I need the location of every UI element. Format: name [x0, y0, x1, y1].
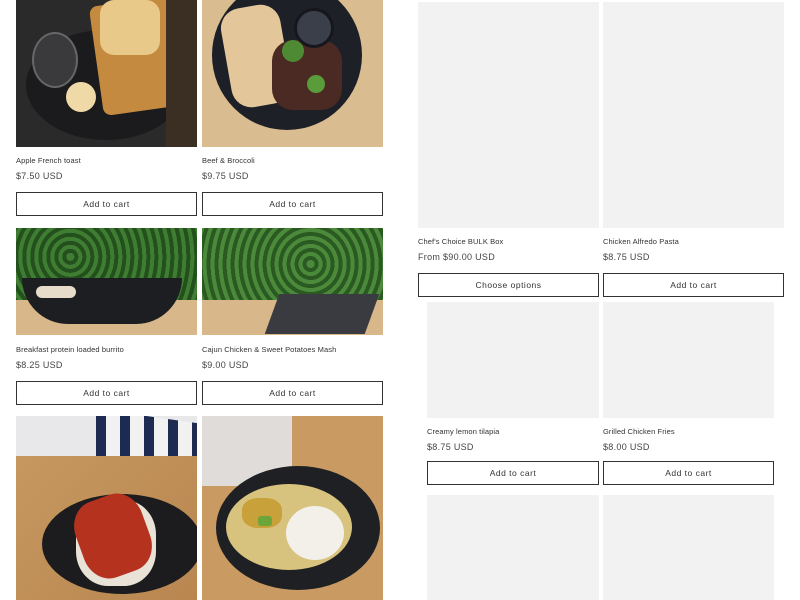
add-to-cart-button[interactable]: Add to cart: [202, 192, 383, 216]
product-price: $8.75 USD: [603, 252, 650, 262]
product-image[interactable]: [202, 0, 383, 147]
product-card[interactable]: Chef's Choice BULK Box From $90.00 USD C…: [418, 2, 599, 299]
product-card[interactable]: Cajun Chicken & Sweet Potatoes Mash $9.0…: [202, 228, 383, 406]
product-card[interactable]: [202, 416, 383, 600]
product-image-placeholder[interactable]: [427, 302, 599, 418]
add-to-cart-button[interactable]: Add to cart: [603, 273, 784, 297]
product-price: $8.00 USD: [603, 442, 650, 452]
product-title[interactable]: Chef's Choice BULK Box: [418, 237, 503, 246]
product-card[interactable]: [427, 495, 599, 600]
product-card[interactable]: Grilled Chicken Fries $8.00 USD Add to c…: [603, 302, 774, 486]
product-card[interactable]: Creamy lemon tilapia $8.75 USD Add to ca…: [427, 302, 599, 486]
product-image-placeholder[interactable]: [418, 2, 599, 228]
product-card[interactable]: Breakfast protein loaded burrito $8.25 U…: [16, 228, 197, 406]
product-card[interactable]: Apple French toast $7.50 USD Add to cart: [16, 0, 197, 218]
product-title[interactable]: Apple French toast: [16, 156, 81, 165]
product-image[interactable]: [202, 416, 383, 600]
product-title[interactable]: Cajun Chicken & Sweet Potatoes Mash: [202, 345, 336, 354]
add-to-cart-button[interactable]: Add to cart: [427, 461, 599, 485]
choose-options-button[interactable]: Choose options: [418, 273, 599, 297]
product-card[interactable]: [603, 495, 774, 600]
product-price: $9.75 USD: [202, 171, 249, 181]
add-to-cart-button[interactable]: Add to cart: [16, 192, 197, 216]
product-card[interactable]: [16, 416, 197, 600]
product-price: $9.00 USD: [202, 360, 249, 370]
add-to-cart-button[interactable]: Add to cart: [202, 381, 383, 405]
product-title[interactable]: Grilled Chicken Fries: [603, 427, 675, 436]
product-price: $7.50 USD: [16, 171, 63, 181]
add-to-cart-button[interactable]: Add to cart: [603, 461, 774, 485]
product-card[interactable]: Beef & Broccoli $9.75 USD Add to cart: [202, 0, 383, 218]
product-price: $8.75 USD: [427, 442, 474, 452]
product-title[interactable]: Creamy lemon tilapia: [427, 427, 499, 436]
product-image[interactable]: [16, 0, 197, 147]
product-image-placeholder[interactable]: [603, 2, 784, 228]
product-image[interactable]: [16, 228, 197, 335]
product-image[interactable]: [202, 228, 383, 335]
product-title[interactable]: Chicken Alfredo Pasta: [603, 237, 679, 246]
product-image[interactable]: [16, 416, 197, 600]
product-price: From $90.00 USD: [418, 252, 496, 262]
product-price: $8.25 USD: [16, 360, 63, 370]
product-image-placeholder[interactable]: [603, 495, 774, 600]
product-title[interactable]: Beef & Broccoli: [202, 156, 255, 165]
product-card[interactable]: Chicken Alfredo Pasta $8.75 USD Add to c…: [603, 2, 784, 299]
product-image-placeholder[interactable]: [603, 302, 774, 418]
product-image-placeholder[interactable]: [427, 495, 599, 600]
product-title[interactable]: Breakfast protein loaded burrito: [16, 345, 124, 354]
add-to-cart-button[interactable]: Add to cart: [16, 381, 197, 405]
